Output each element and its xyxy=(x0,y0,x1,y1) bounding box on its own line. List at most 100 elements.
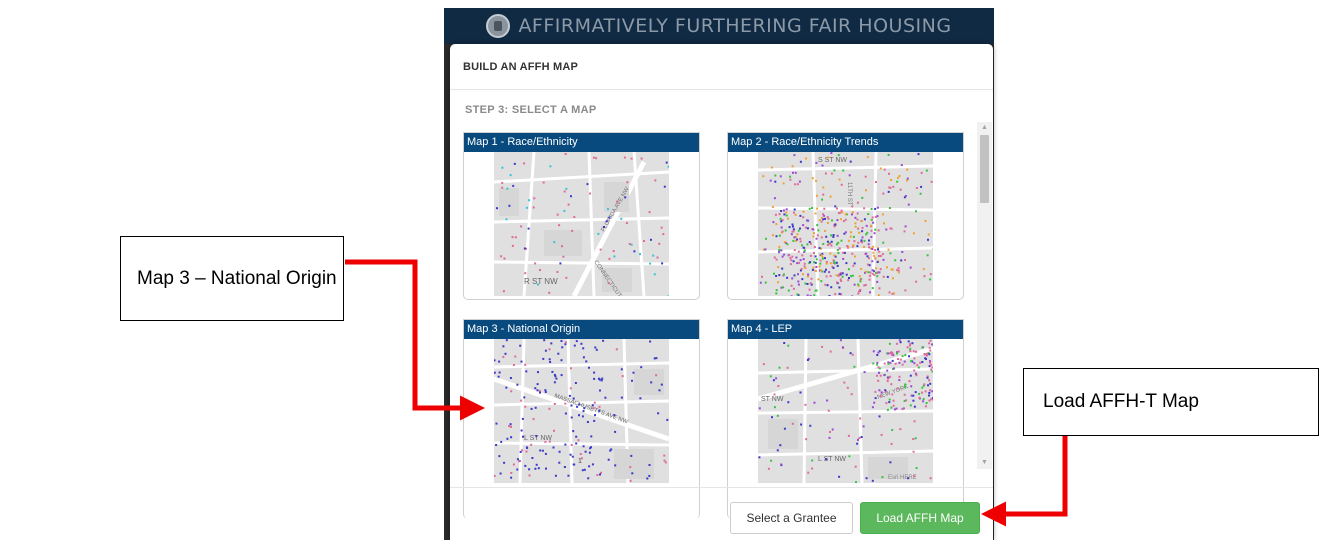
map-card-lep[interactable]: Map 4 - LEP ST NW NEW YORK L ST NW Esri … xyxy=(727,319,964,518)
map-dot xyxy=(773,256,776,259)
map-dot xyxy=(533,197,536,200)
map-dot xyxy=(924,390,927,393)
map-dot xyxy=(620,368,623,371)
map-dot xyxy=(775,377,778,380)
map-dot xyxy=(567,203,570,206)
map-dot xyxy=(796,233,799,236)
scroll-down-arrow-icon[interactable]: ▼ xyxy=(977,457,992,469)
scrollbar[interactable]: ▲ ▼ xyxy=(977,122,992,469)
scroll-up-arrow-icon[interactable]: ▲ xyxy=(977,122,992,134)
map-dot xyxy=(819,259,822,262)
map-dot xyxy=(600,379,603,382)
map-dot xyxy=(613,255,616,258)
map-dot xyxy=(818,265,821,268)
annotation-map3-callout: Map 3 – National Origin xyxy=(120,236,344,321)
map-dot xyxy=(846,245,849,247)
map-dot xyxy=(630,243,633,246)
map-dot xyxy=(792,287,795,290)
map-dot xyxy=(657,412,660,415)
map-dot xyxy=(809,282,812,285)
map-dot xyxy=(579,453,582,455)
load-affh-map-button[interactable]: Load AFFH Map xyxy=(860,502,980,534)
map-dot xyxy=(852,244,855,247)
map-dot xyxy=(839,273,842,276)
map-dot xyxy=(597,232,600,235)
map-dot xyxy=(891,352,894,355)
map-dot xyxy=(801,254,804,257)
map-dot xyxy=(853,283,856,286)
map-dot xyxy=(871,248,874,250)
map-dot xyxy=(906,168,909,171)
map-dot xyxy=(815,179,818,182)
map-dot xyxy=(629,479,632,482)
map-card-race-ethnicity-trends[interactable]: Map 2 - Race/Ethnicity Trends S ST NW 11… xyxy=(727,132,964,300)
map-dot xyxy=(874,390,877,393)
map-dot xyxy=(858,275,861,278)
map-dot xyxy=(874,228,877,231)
map-dot xyxy=(864,284,867,286)
map-dot xyxy=(830,152,833,155)
map-card-race-ethnicity[interactable]: Map 1 - Race/Ethnicity R ST NW FLORIDA A… xyxy=(463,132,700,300)
map-dot xyxy=(543,339,546,342)
map-dot xyxy=(867,213,870,215)
map-dot xyxy=(928,379,931,382)
map-dot xyxy=(587,477,590,480)
map-dot xyxy=(878,371,880,374)
map-dot xyxy=(520,360,523,363)
map-dot xyxy=(854,222,857,225)
map-dot xyxy=(912,350,915,353)
map-dot xyxy=(799,391,802,394)
map-dot xyxy=(804,282,807,285)
map-dot xyxy=(552,446,555,449)
map-dot xyxy=(827,409,830,412)
map-dot xyxy=(554,375,557,378)
map-dot xyxy=(565,276,568,279)
map-dot xyxy=(883,362,886,365)
map-dot xyxy=(548,291,551,294)
map-dot xyxy=(854,255,856,258)
map-dot xyxy=(590,446,592,449)
map-dot xyxy=(523,396,526,399)
map-dot xyxy=(844,231,847,234)
map-dot xyxy=(584,450,587,453)
map-dot xyxy=(783,253,786,256)
map-dot xyxy=(904,225,907,228)
map-dot xyxy=(582,410,585,413)
map-dot xyxy=(790,295,793,296)
select-grantee-button[interactable]: Select a Grantee xyxy=(730,502,853,534)
map-dot xyxy=(774,174,777,177)
map-dot xyxy=(904,289,907,292)
map-dot xyxy=(914,437,917,440)
map-dot xyxy=(876,275,879,278)
map-dot xyxy=(892,185,895,188)
map-dot xyxy=(926,354,928,357)
map-dot xyxy=(548,358,551,361)
scroll-thumb[interactable] xyxy=(980,135,989,203)
map-dot xyxy=(858,290,861,293)
map-dot xyxy=(792,239,795,242)
map-card-national-origin[interactable]: Map 3 - National Origin MASSACHUSETTS AV… xyxy=(463,319,700,518)
map-dot xyxy=(824,229,827,232)
map-dot xyxy=(556,271,559,273)
map-dot xyxy=(558,224,561,227)
map-dot xyxy=(827,156,829,159)
map-dot xyxy=(861,236,864,239)
map-dot xyxy=(595,157,598,160)
map-dot xyxy=(781,255,784,258)
map-dot xyxy=(912,399,915,402)
map-dot xyxy=(539,269,541,271)
map-dot xyxy=(607,208,609,211)
map-dot xyxy=(788,226,791,229)
map-dot xyxy=(775,235,778,238)
map-dot xyxy=(621,375,624,378)
map-dot xyxy=(863,239,866,242)
map-dot xyxy=(508,425,511,428)
map-dot xyxy=(928,394,930,397)
map-dot xyxy=(826,399,829,402)
map-dot xyxy=(780,210,783,212)
map-dot xyxy=(929,477,932,480)
map-dot xyxy=(648,474,651,477)
map-dot xyxy=(639,397,642,400)
map-dot xyxy=(793,154,796,157)
map-dot xyxy=(648,464,651,466)
